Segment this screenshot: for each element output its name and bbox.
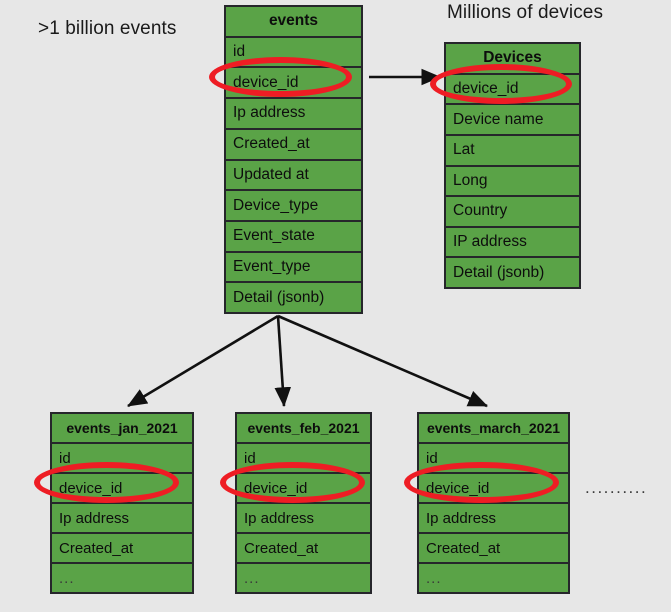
table-events-march-2021-title: events_march_2021 [419, 414, 568, 444]
table-events-jan-2021-title: events_jan_2021 [52, 414, 192, 444]
table-events-column-created-at: Created_at [226, 129, 361, 161]
table-events-jan-2021-column-created-at: Created_at [52, 534, 192, 564]
table-events-jan-2021-column-device-id: device_id [52, 474, 192, 504]
table-devices-column-long: Long [446, 166, 579, 198]
table-events-column-ip-address: Ip address [226, 99, 361, 130]
table-events-feb-2021-column-device-id: device_id [237, 474, 370, 504]
table-events-title: events [226, 7, 361, 38]
table-events-march-2021-column-created-at: Created_at [419, 534, 568, 564]
table-devices-column-device-id: device_id [446, 74, 579, 106]
table-devices-column-ip-address: IP address [446, 227, 579, 259]
table-events-jan-2021[interactable]: events_jan_2021 id device_id Ip address … [50, 412, 194, 594]
table-events-jan-2021-column-ip-address: Ip address [52, 504, 192, 534]
table-events-feb-2021-column-ip-address: Ip address [237, 504, 370, 534]
arrow-events-to-jan [127, 314, 279, 408]
diagram-canvas: >1 billion events Millions of devices ev… [0, 0, 671, 612]
table-devices-column-detail: Detail (jsonb) [446, 258, 579, 287]
table-devices-column-country: Country [446, 197, 579, 228]
table-events[interactable]: events id device_id Ip address Created_a… [224, 5, 363, 314]
table-events-march-2021[interactable]: events_march_2021 id device_id Ip addres… [417, 412, 570, 594]
table-events-march-2021-column-more: ... [419, 564, 568, 592]
table-events-feb-2021-column-created-at: Created_at [237, 534, 370, 564]
arrow-events-to-feb [274, 315, 292, 408]
table-events-feb-2021-title: events_feb_2021 [237, 414, 370, 444]
table-events-march-2021-column-ip-address: Ip address [419, 504, 568, 534]
table-events-column-event-type: Event_type [226, 252, 361, 284]
table-devices[interactable]: Devices device_id Device name Lat Long C… [444, 42, 581, 289]
table-events-column-detail: Detail (jsonb) [226, 283, 361, 313]
table-devices-column-lat: Lat [446, 135, 579, 167]
table-devices-title: Devices [446, 44, 579, 75]
table-events-column-device-type: Device_type [226, 191, 361, 222]
table-events-jan-2021-column-id: id [52, 444, 192, 474]
table-events-column-id: id [226, 37, 361, 69]
table-events-column-updated-at: Updated at [226, 160, 361, 192]
table-events-feb-2021-column-more: ... [237, 564, 370, 592]
table-events-column-device-id: device_id [226, 68, 361, 100]
table-devices-column-device-name: Device name [446, 105, 579, 136]
table-events-column-event-state: Event_state [226, 221, 361, 253]
table-events-march-2021-column-device-id: device_id [419, 474, 568, 504]
table-events-march-2021-column-id: id [419, 444, 568, 474]
table-events-feb-2021[interactable]: events_feb_2021 id device_id Ip address … [235, 412, 372, 594]
arrow-events-to-march [277, 314, 488, 408]
table-events-jan-2021-column-more: ... [52, 564, 192, 592]
table-events-feb-2021-column-id: id [237, 444, 370, 474]
